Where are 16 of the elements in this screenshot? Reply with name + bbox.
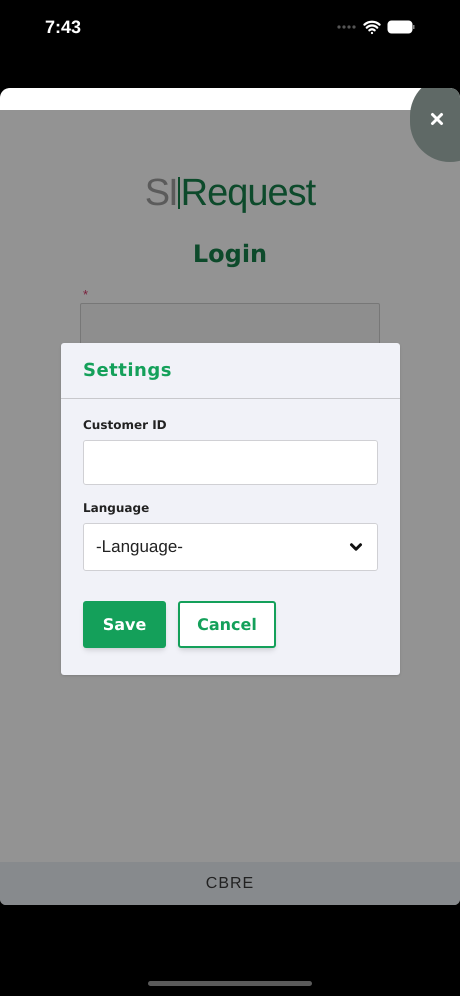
cancel-button[interactable]: Cancel	[178, 601, 276, 648]
required-mark: *	[83, 288, 90, 301]
language-select[interactable]: -Language-	[83, 523, 378, 571]
field-label: Language	[83, 500, 150, 517]
dialog-title: Settings	[83, 359, 172, 383]
signal-icon	[337, 25, 357, 29]
logo: SI Request	[144, 174, 316, 212]
wifi-icon	[363, 18, 381, 36]
field-label: Customer ID	[83, 417, 168, 434]
status-time: 7:43	[45, 16, 82, 39]
close-icon	[428, 110, 446, 128]
login-title: Login	[192, 239, 268, 270]
save-button[interactable]: Save	[83, 601, 166, 648]
footer-label: CBRE	[206, 874, 254, 894]
battery-icon	[387, 20, 415, 34]
customer-id-field[interactable]	[83, 440, 378, 485]
